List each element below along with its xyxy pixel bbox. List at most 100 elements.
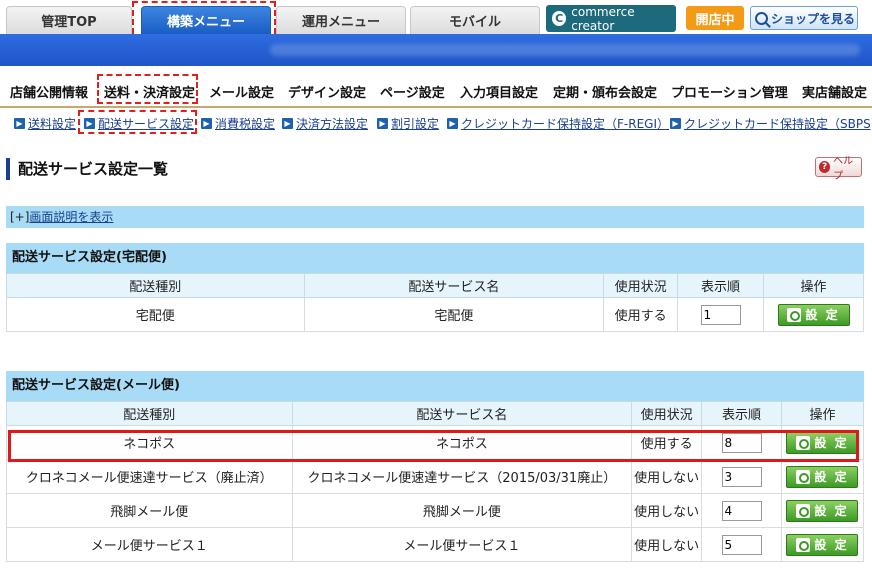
section-title: 配送サービス設定(宅配便) [6,243,864,273]
table-row: 宅配便 宅配便 使用する 設 定 [6,297,864,332]
section-mail-delivery: 配送サービス設定(メール便) 配送種別 配送サービス名 使用状況 表示順 操作 … [6,371,865,562]
section-home-delivery: 配送サービス設定(宅配便) 配送種別 配送サービス名 使用状況 表示順 操作 宅… [6,243,864,332]
delivery-type: クロネコメール便速達サービス（廃止済） [6,459,293,494]
show-description-link[interactable]: 画面説明を表示 [29,210,113,224]
column-header: 表示順 [701,401,782,426]
table-row: 飛脚メール便 飛脚メール便 使用しない 設 定 [6,493,865,528]
magnifier-icon [755,11,768,25]
arrow-right-icon: ▶ [447,118,458,129]
subnav-label: 送料設定 [28,117,77,131]
nav-page-settings[interactable]: ページ設定 [380,82,445,101]
table-row: クロネコメール便速達サービス（廃止済） クロネコメール便速達サービス（2015/… [6,459,865,494]
arrow-right-icon: ▶ [201,118,212,129]
table-row: メール便サービス１ メール便サービス１ 使用しない 設 定 [6,527,865,562]
table-header-row: 配送種別 配送サービス名 使用状況 表示順 操作 [6,273,864,298]
settings-button[interactable]: 設 定 [777,303,850,326]
display-order-input[interactable] [721,534,762,555]
subnav-payment-method[interactable]: ▶ 決済方法設定 [282,115,368,132]
commerce-creator-button[interactable]: C commerce creator [546,4,676,33]
section-title: 配送サービス設定(メール便) [6,371,864,401]
delivery-type: 宅配便 [6,297,305,332]
arrow-right-icon: ▶ [14,118,25,129]
nav-mail-settings[interactable]: メール設定 [209,82,274,101]
column-header: 表示順 [677,273,764,298]
column-header: 操作 [763,273,864,298]
service-name: クロネコメール便速達サービス（2015/03/31廃止） [291,459,633,494]
nav-subscription[interactable]: 定期・頒布会設定 [553,82,657,101]
subnav-discount[interactable]: ▶ 割引設定 [377,115,439,132]
nav-store-info[interactable]: 店舗公開情報 [10,82,88,101]
usage-status: 使用する [603,297,679,332]
view-shop-label: ショップを見る [771,11,856,26]
usage-status: 使用しない [631,527,703,562]
nav-physical-store[interactable]: 実店舗設定 [802,82,867,101]
settings-button[interactable]: 設 定 [786,533,859,556]
action-cell: 設 定 [763,297,864,332]
subnav-label: 決済方法設定 [296,117,369,131]
service-name: メール便サービス１ [291,527,633,562]
display-order-input[interactable] [721,466,762,487]
column-header: 配送サービス名 [303,273,605,298]
commerce-creator-label: commerce creator [571,4,635,33]
highlight-shipping-payment [97,74,198,104]
blurred-account-info [270,44,860,56]
nav-promotion[interactable]: プロモーション管理 [671,82,788,101]
service-name: 飛脚メール便 [291,493,633,528]
column-header: 使用状況 [631,401,703,426]
usage-status: 使用しない [631,493,703,528]
subnav-label: クレジットカード保持設定（F-REGI） [461,117,669,131]
action-cell: 設 定 [780,459,865,494]
nav-input-fields[interactable]: 入力項目設定 [460,82,538,101]
subnav-credit-fregi[interactable]: ▶ クレジットカード保持設定（F-REGI） [447,115,669,132]
store-status-badge: 開店中 [686,6,744,30]
display-order-input[interactable] [700,304,741,325]
subnav-credit-sbps[interactable]: ▶ クレジットカード保持設定（SBPS) [670,115,872,132]
settings-button[interactable]: 設 定 [786,465,859,488]
arrow-right-icon: ▶ [377,118,388,129]
delivery-type: メール便サービス１ [6,527,293,562]
column-header: 配送種別 [6,401,293,426]
subnav-label: 消費税設定 [215,117,276,131]
order-cell [701,493,782,528]
tab-admin-top[interactable]: 管理TOP [6,6,132,34]
highlight-delivery-service [78,110,197,134]
nav-divider [0,106,872,108]
wrench-icon [787,307,802,322]
highlight-nekopos-row [8,430,859,462]
page-title: 配送サービス設定一覧 [6,158,168,180]
service-name: 宅配便 [303,297,605,332]
settings-label: 設 定 [814,504,849,518]
action-cell: 設 定 [780,493,865,528]
top-tab-bar: 管理TOP 構築メニュー 運用メニュー モバイル C commerce crea… [0,0,872,43]
settings-label: 設 定 [814,470,849,484]
tab-mobile[interactable]: モバイル [410,6,540,34]
order-cell [701,459,782,494]
wrench-icon [796,469,811,484]
view-shop-button[interactable]: ショップを見る [750,6,858,30]
subnav-label: 割引設定 [391,117,440,131]
account-banner [0,34,872,66]
delivery-type: 飛脚メール便 [6,493,293,528]
order-cell [677,297,764,332]
help-button[interactable]: ? ヘルプ [815,156,862,182]
usage-status: 使用しない [631,459,703,494]
subnav-label: クレジットカード保持設定（SBPS) [684,117,872,131]
column-header: 操作 [780,401,865,426]
subnav-consumption-tax[interactable]: ▶ 消費税設定 [201,115,275,132]
arrow-right-icon: ▶ [282,118,293,129]
settings-label: 設 定 [814,538,849,552]
arrow-right-icon: ▶ [670,118,681,129]
toggle-prefix: [+] [10,210,30,224]
description-toggle-bar: [+]画面説明を表示 [6,206,864,228]
subnav-shipping-fee[interactable]: ▶ 送料設定 [14,115,76,132]
settings-label: 設 定 [805,308,840,322]
wrench-icon [796,537,811,552]
display-order-input[interactable] [721,500,762,521]
table-header-row: 配送種別 配送サービス名 使用状況 表示順 操作 [6,401,865,426]
action-cell: 設 定 [780,527,865,562]
tab-operation-menu[interactable]: 運用メニュー [276,6,406,34]
column-header: 配送サービス名 [291,401,633,426]
question-icon: ? [819,161,831,173]
settings-button[interactable]: 設 定 [786,499,859,522]
nav-design-settings[interactable]: デザイン設定 [288,82,366,101]
